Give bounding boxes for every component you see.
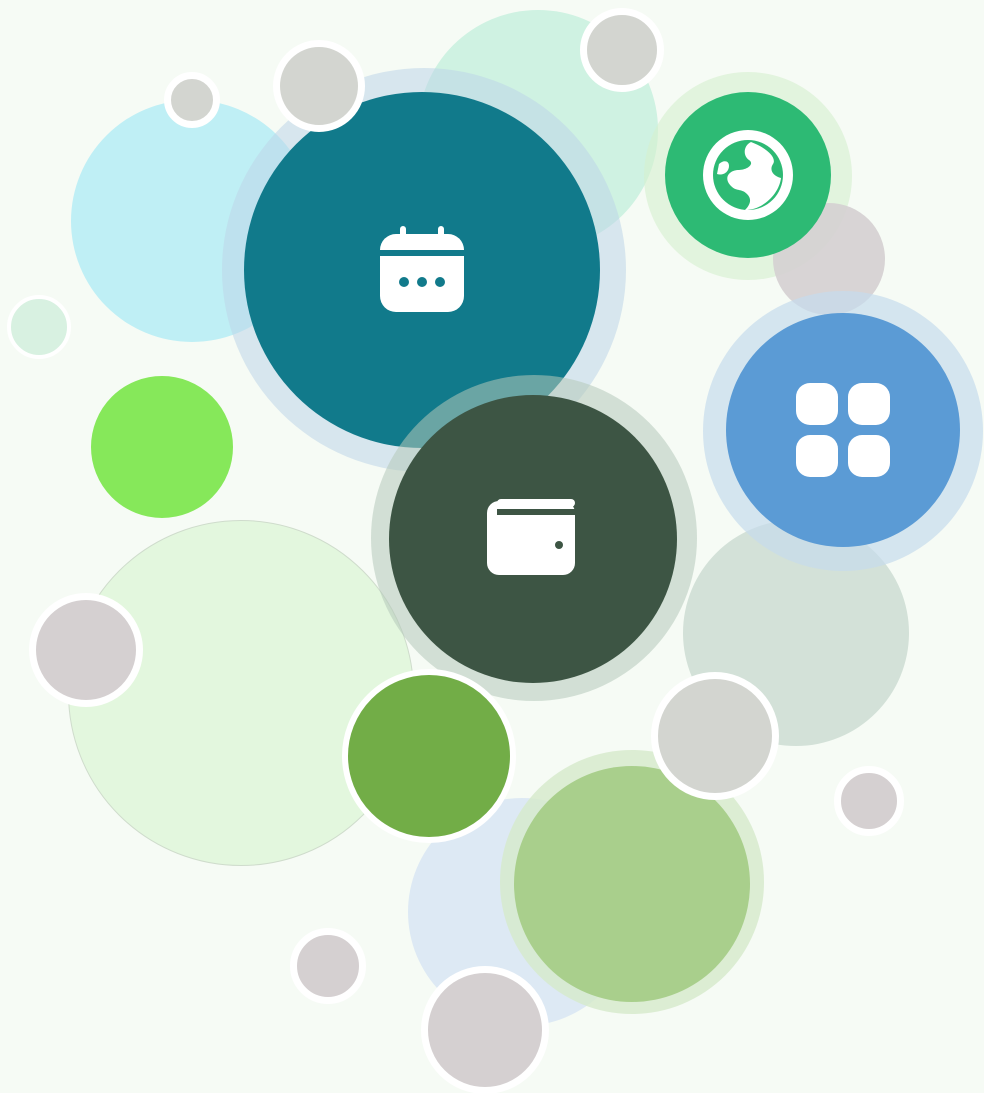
- small-mint-bubble: [7, 295, 71, 359]
- globe-icon: [703, 130, 793, 220]
- gray-bubble-top-2: [164, 72, 220, 128]
- calendar-icon: [378, 226, 466, 314]
- mauve-bubble-small-bottom: [290, 928, 366, 1004]
- wallet-icon: [487, 499, 577, 575]
- mid-green-bubble: [342, 669, 516, 843]
- apps-grid-icon: [796, 383, 890, 477]
- mauve-bubble-bottom: [421, 966, 549, 1093]
- gray-bubble-top-1: [273, 40, 365, 132]
- apps-bubble[interactable]: [726, 313, 960, 547]
- mauve-bubble-left: [29, 593, 143, 707]
- gray-bubble-top-3: [580, 8, 664, 92]
- mauve-bubble-small-right: [834, 766, 904, 836]
- globe-bubble[interactable]: [665, 92, 831, 258]
- bubble-canvas: [0, 0, 984, 1093]
- lime-bubble: [88, 373, 236, 521]
- wallet-bubble[interactable]: [389, 395, 677, 683]
- sage-bubble: [514, 766, 750, 1002]
- gray-bubble-right: [651, 672, 779, 800]
